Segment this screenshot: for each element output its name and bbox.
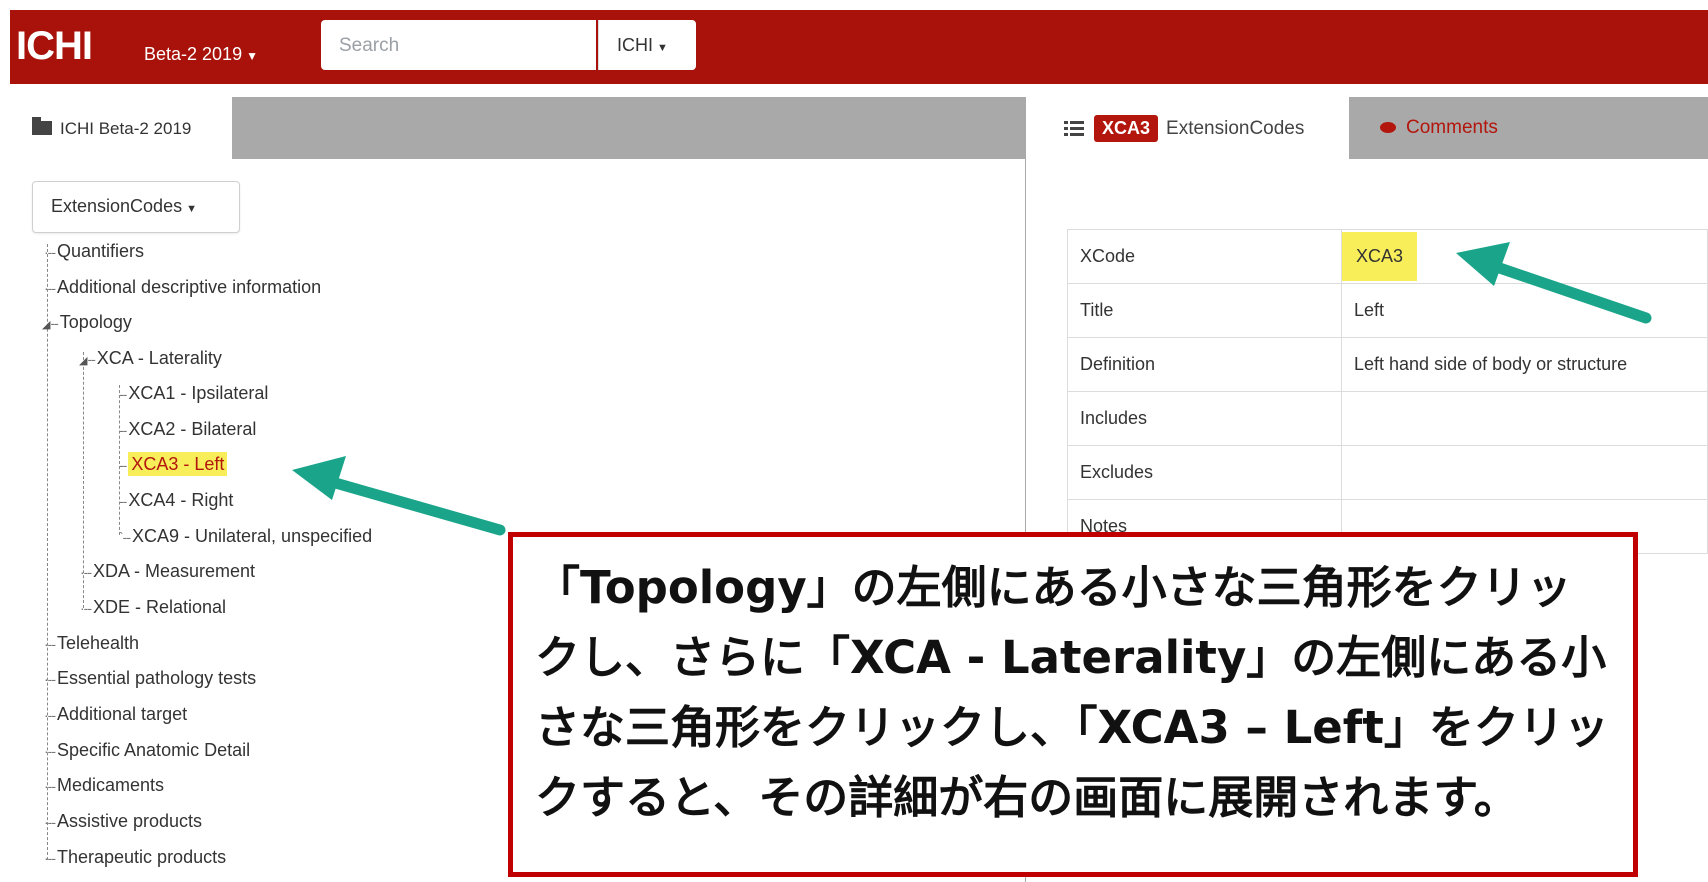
- callout-text: 「Topology」の左側にある小さな三角形をクリックし、さらに「XCA - L…: [535, 561, 1609, 824]
- arrow-to-xcode-value: [1456, 242, 1652, 324]
- arrow-to-tree-item: [292, 456, 506, 536]
- instruction-callout: 「Topology」の左側にある小さな三角形をクリックし、さらに「XCA - L…: [508, 532, 1638, 877]
